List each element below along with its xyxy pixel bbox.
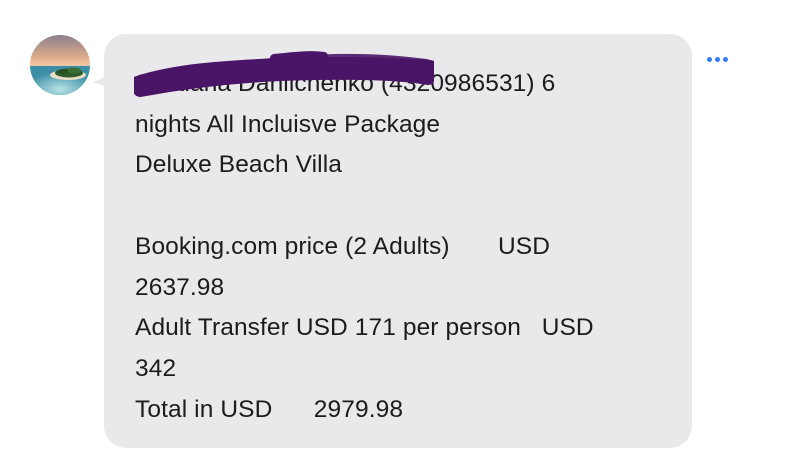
avatar[interactable] [30,35,90,95]
ellipsis-icon [722,56,728,62]
ellipsis-icon [706,56,712,62]
tropical-island-avatar-icon [30,35,90,95]
more-options-button[interactable] [702,48,732,70]
ellipsis-icon [714,56,720,62]
message-text[interactable]: Svetlana Danilchenko (4320986531) 6 nigh… [135,64,675,430]
message-screen: Svetlana Danilchenko (4320986531) 6 nigh… [0,0,800,476]
